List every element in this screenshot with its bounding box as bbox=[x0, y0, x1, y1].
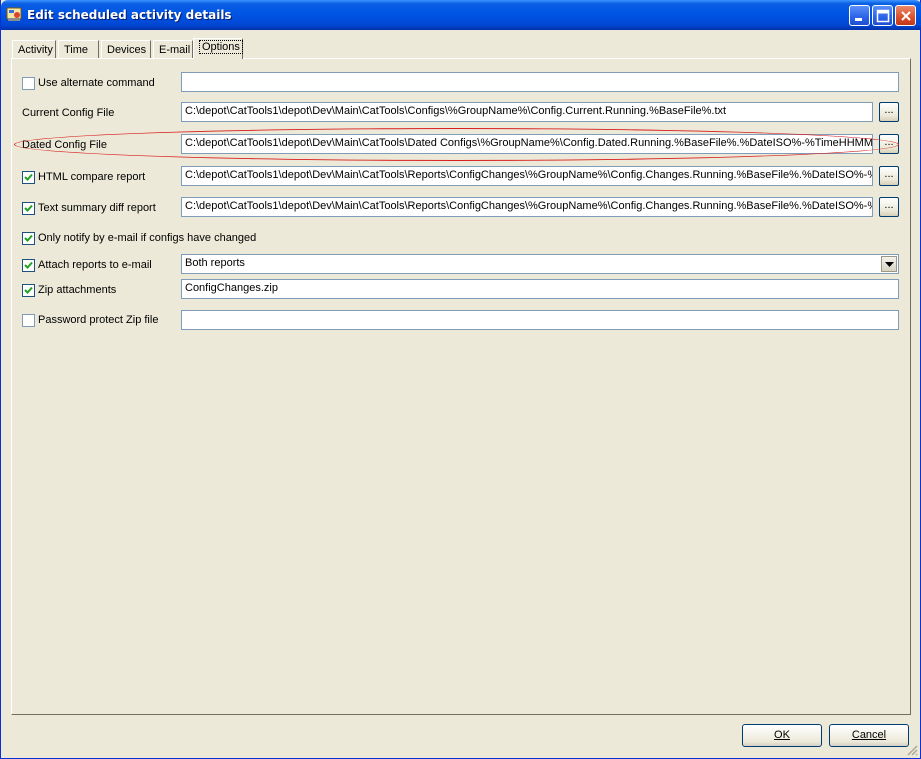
cancel-button-label: Cancel bbox=[851, 729, 887, 741]
tab-email[interactable]: E-mail bbox=[153, 40, 193, 59]
text-summary-diff-input[interactable]: C:\depot\CatTools1\depot\Dev\Main\CatToo… bbox=[181, 197, 873, 217]
title-bar[interactable]: Edit scheduled activity details bbox=[1, 0, 921, 30]
options-tab-page bbox=[11, 58, 911, 715]
minimize-button[interactable] bbox=[849, 5, 870, 26]
html-compare-report-input[interactable]: C:\depot\CatTools1\depot\Dev\Main\CatToo… bbox=[181, 166, 873, 186]
current-config-file-input[interactable]: C:\depot\CatTools1\depot\Dev\Main\CatToo… bbox=[181, 102, 873, 122]
text-summary-diff-label: Text summary diff report bbox=[38, 202, 156, 214]
chevron-down-icon bbox=[885, 262, 894, 267]
html-compare-report-label: HTML compare report bbox=[38, 171, 146, 183]
maximize-icon bbox=[876, 9, 890, 23]
zip-password-input[interactable] bbox=[181, 310, 899, 330]
app-icon bbox=[6, 6, 22, 22]
password-protect-label: Password protect Zip file bbox=[38, 314, 159, 326]
current-config-browse-button[interactable]: ... bbox=[879, 102, 899, 122]
ok-button-label: OK bbox=[774, 729, 790, 741]
tab-time[interactable]: Time bbox=[58, 40, 99, 59]
checkmark-icon bbox=[24, 173, 33, 181]
zip-attachments-checkbox[interactable] bbox=[22, 284, 35, 297]
tab-devices[interactable]: Devices bbox=[101, 40, 151, 59]
password-protect-checkbox[interactable] bbox=[22, 314, 35, 327]
current-config-file-label: Current Config File bbox=[22, 107, 115, 119]
attach-reports-label: Attach reports to e-mail bbox=[38, 259, 152, 271]
dated-config-file-label: Dated Config File bbox=[22, 139, 107, 151]
checkmark-icon bbox=[24, 261, 33, 269]
checkmark-icon bbox=[24, 204, 33, 212]
html-compare-report-checkbox[interactable] bbox=[22, 171, 35, 184]
dropdown-button[interactable] bbox=[881, 256, 897, 272]
dated-config-file-input[interactable]: C:\depot\CatTools1\depot\Dev\Main\CatToo… bbox=[181, 134, 873, 154]
cancel-button[interactable]: Cancel bbox=[829, 724, 909, 747]
tab-options[interactable]: Options bbox=[193, 38, 243, 59]
text-summary-diff-checkbox[interactable] bbox=[22, 202, 35, 215]
maximize-button[interactable] bbox=[872, 5, 893, 26]
checkmark-icon bbox=[24, 286, 33, 294]
tab-activity[interactable]: Activity bbox=[12, 40, 56, 59]
html-compare-browse-button[interactable]: ... bbox=[879, 166, 899, 186]
resize-grip-icon[interactable] bbox=[906, 744, 918, 756]
text-summary-browse-button[interactable]: ... bbox=[879, 197, 899, 217]
zip-attachments-label: Zip attachments bbox=[38, 284, 117, 296]
window-title: Edit scheduled activity details bbox=[27, 8, 232, 22]
alternate-command-input[interactable] bbox=[181, 72, 899, 92]
dated-config-browse-button[interactable]: ... bbox=[879, 134, 899, 154]
only-notify-label: Only notify by e-mail if configs have ch… bbox=[38, 232, 257, 244]
only-notify-checkbox[interactable] bbox=[22, 232, 35, 245]
close-icon bbox=[901, 11, 911, 21]
attach-reports-selected-value: Both reports bbox=[185, 257, 245, 269]
ok-button[interactable]: OK bbox=[742, 724, 822, 747]
minimize-icon bbox=[855, 18, 862, 21]
checkmark-icon bbox=[24, 234, 33, 242]
use-alternate-command-label: Use alternate command bbox=[38, 77, 155, 89]
zip-filename-input[interactable]: ConfigChanges.zip bbox=[181, 279, 899, 299]
attach-reports-select[interactable]: Both reports bbox=[181, 254, 899, 274]
use-alternate-command-checkbox[interactable] bbox=[22, 77, 35, 90]
close-button[interactable] bbox=[895, 5, 916, 26]
attach-reports-checkbox[interactable] bbox=[22, 259, 35, 272]
dialog-window: Edit scheduled activity details Activity… bbox=[0, 0, 921, 759]
